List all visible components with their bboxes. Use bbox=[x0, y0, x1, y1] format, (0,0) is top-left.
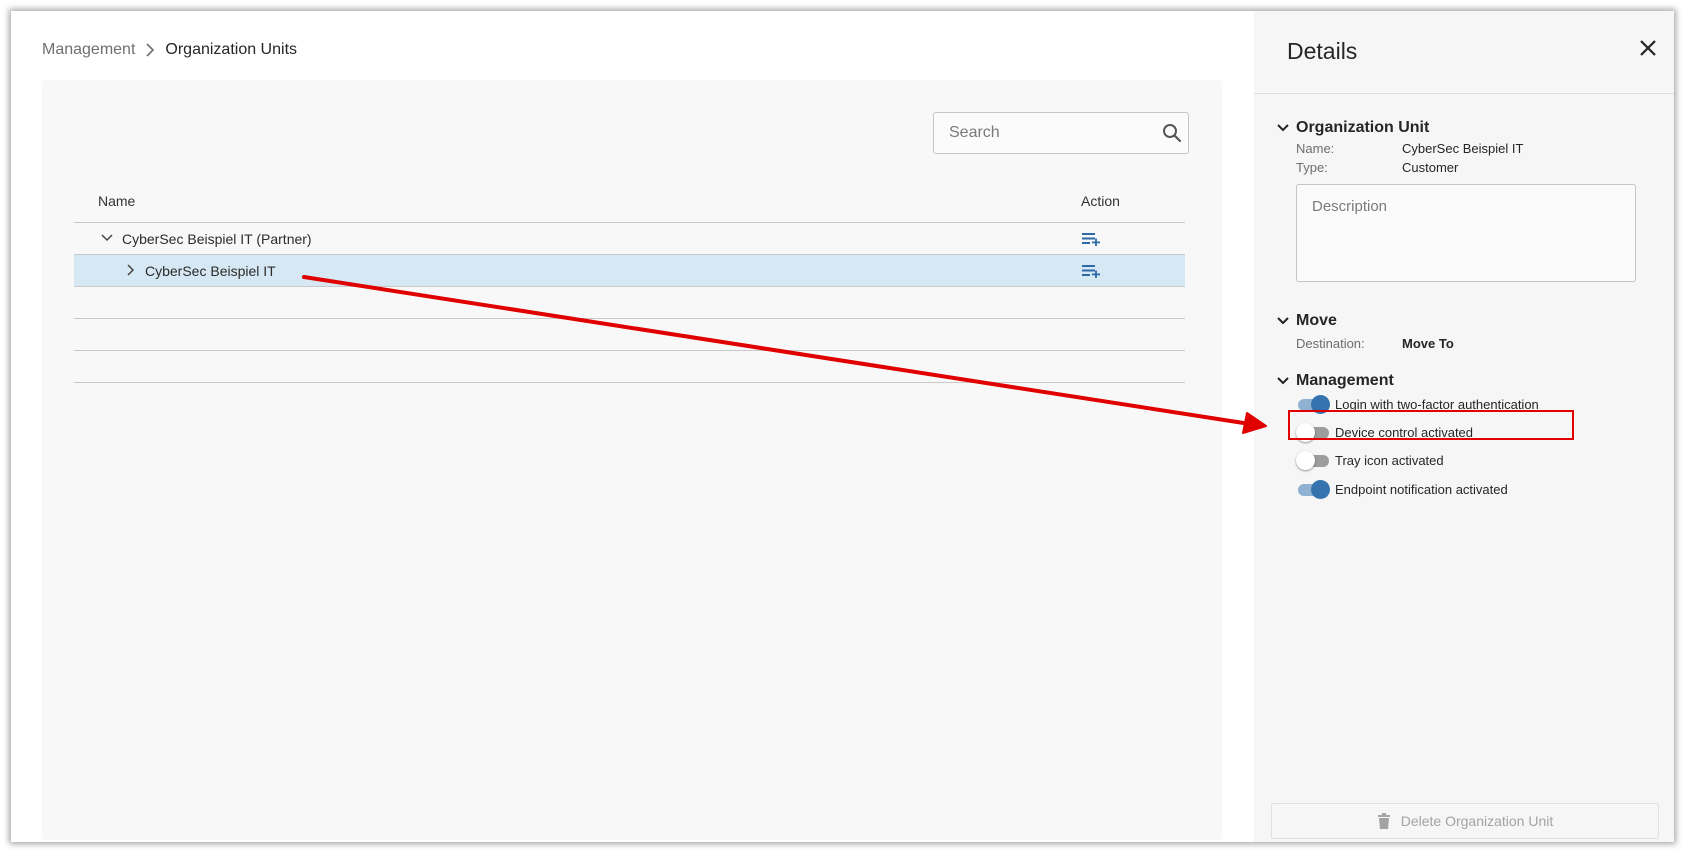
breadcrumb-management[interactable]: Management bbox=[42, 41, 135, 59]
chevron-right-icon[interactable] bbox=[124, 263, 138, 277]
chevron-down-icon bbox=[1277, 377, 1289, 385]
chevron-down-icon bbox=[1277, 124, 1289, 132]
toggle-row-tray-icon: Tray icon activated bbox=[1296, 451, 1444, 470]
toggle-row-endpoint-notification: Endpoint notification activated bbox=[1296, 480, 1508, 499]
type-value: Customer bbox=[1402, 160, 1459, 175]
section-org-unit-title: Organization Unit bbox=[1296, 119, 1430, 136]
breadcrumb: Management Organization Units bbox=[42, 41, 297, 59]
section-management-title: Management bbox=[1296, 372, 1394, 389]
toggle-label: Endpoint notification activated bbox=[1335, 481, 1508, 497]
section-move-title: Move bbox=[1296, 312, 1337, 329]
chevron-down-icon bbox=[1277, 317, 1289, 325]
search-box bbox=[933, 112, 1189, 154]
endpoint-notification-toggle[interactable] bbox=[1296, 480, 1330, 499]
main-area: Management Organization Units Name Actio… bbox=[11, 11, 1254, 842]
chevron-down-icon[interactable] bbox=[100, 231, 114, 245]
name-value: CyberSec Beispiel IT bbox=[1402, 141, 1524, 156]
type-label: Type: bbox=[1296, 160, 1328, 175]
add-action-icon[interactable] bbox=[1082, 264, 1102, 279]
divider bbox=[1254, 93, 1674, 94]
table-row-selected[interactable]: CyberSec Beispiel IT bbox=[74, 255, 1185, 287]
table-header: Name Action bbox=[74, 180, 1185, 223]
column-header-name[interactable]: Name bbox=[98, 193, 135, 209]
delete-label: Delete Organization Unit bbox=[1400, 813, 1554, 829]
search-input[interactable] bbox=[934, 113, 1156, 153]
table-row-empty bbox=[74, 287, 1185, 319]
section-move-header[interactable]: Move bbox=[1276, 312, 1337, 330]
table-row-empty bbox=[74, 351, 1185, 383]
destination-label: Destination: bbox=[1296, 336, 1365, 351]
annotation-highlight-box bbox=[1288, 410, 1574, 440]
breadcrumb-current: Organization Units bbox=[165, 41, 298, 58]
table-row-empty bbox=[74, 319, 1185, 351]
row-label: CyberSec Beispiel IT bbox=[145, 263, 276, 279]
row-label: CyberSec Beispiel IT (Partner) bbox=[122, 231, 312, 247]
tray-icon-toggle[interactable] bbox=[1296, 451, 1330, 470]
section-org-unit-header[interactable]: Organization Unit bbox=[1276, 119, 1429, 137]
table-row[interactable]: CyberSec Beispiel IT (Partner) bbox=[74, 223, 1185, 255]
toggle-label: Tray icon activated bbox=[1335, 452, 1444, 468]
move-to-link[interactable]: Move To bbox=[1402, 336, 1454, 351]
search-icon[interactable] bbox=[1156, 113, 1188, 153]
delete-org-unit-button[interactable]: Delete Organization Unit bbox=[1271, 803, 1659, 839]
description-field[interactable] bbox=[1296, 184, 1636, 282]
chevron-right-icon bbox=[135, 42, 165, 58]
org-units-card: Name Action CyberSec Beispiel IT (Partne… bbox=[42, 80, 1222, 840]
section-management-header[interactable]: Management bbox=[1276, 372, 1394, 390]
details-title: Details bbox=[1287, 38, 1358, 64]
name-label: Name: bbox=[1296, 141, 1335, 156]
column-header-action: Action bbox=[1081, 193, 1120, 209]
close-icon[interactable] bbox=[1638, 38, 1658, 58]
add-action-icon[interactable] bbox=[1082, 232, 1102, 247]
org-units-table: Name Action CyberSec Beispiel IT (Partne… bbox=[74, 180, 1185, 383]
trash-icon bbox=[1377, 813, 1390, 829]
